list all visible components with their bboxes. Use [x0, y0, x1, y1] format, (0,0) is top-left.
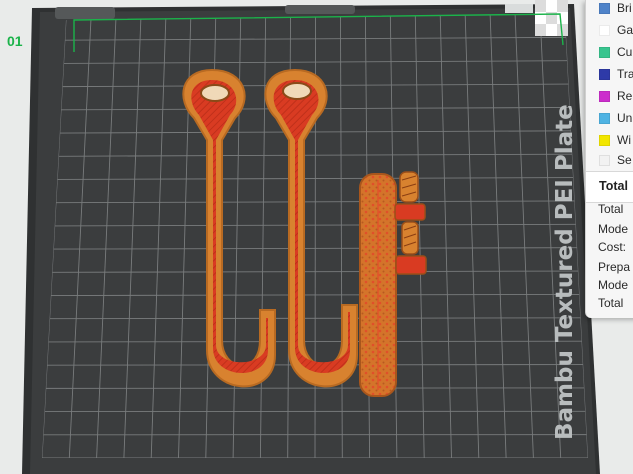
stat-row: Mode	[598, 278, 629, 292]
legend-label: Re	[617, 89, 633, 103]
legend-item: Ga	[586, 22, 633, 38]
legend-label: Tra	[617, 67, 633, 81]
legend-swatch	[599, 154, 610, 166]
legend-swatch	[599, 90, 610, 102]
legend-label: Un	[617, 111, 633, 125]
model-rod[interactable]	[359, 173, 397, 397]
plate-tab-mid	[285, 5, 355, 14]
legend-swatch	[599, 2, 610, 14]
plate-tab-right	[505, 4, 533, 13]
legend-label: Cu	[617, 45, 633, 59]
stat-row: Cost:	[598, 240, 627, 254]
legend-label: Se	[617, 153, 632, 167]
slice-info-panel: Bri Ga Cu Tra Re Un Wi Se Total Total Mode Cost: P…	[585, 0, 633, 318]
legend-item: Cu	[586, 44, 632, 60]
legend-swatch	[599, 24, 610, 36]
legend-swatch	[599, 46, 610, 58]
legend-label: Wi	[617, 133, 631, 147]
build-plate-scene[interactable]: 01 Bambu Textured PEI Plate	[0, 0, 633, 474]
3d-viewport[interactable]: 01 Bambu Textured PEI Plate	[0, 0, 633, 474]
stat-row: Prepa	[598, 260, 631, 274]
plate-corner-checker	[535, 0, 568, 36]
stat-row: Total	[598, 296, 624, 310]
stat-row: Mode	[598, 222, 629, 236]
legend-item: Wi	[586, 132, 631, 148]
stat-row: Total	[598, 202, 624, 216]
legend-swatch	[599, 112, 610, 124]
stats-header-label: Total	[599, 179, 628, 193]
legend-swatch	[599, 68, 610, 80]
legend-item: Se	[586, 152, 632, 168]
legend-item: Un	[586, 110, 632, 126]
plate-label: Bambu Textured PEI Plate	[552, 104, 578, 440]
legend-swatch	[599, 134, 610, 146]
legend-item: Re	[586, 88, 632, 104]
legend-label: Ga	[617, 23, 633, 37]
plate-tab-left	[55, 7, 115, 19]
legend-item: Tra	[586, 66, 633, 82]
legend-label: Bri	[617, 1, 632, 15]
legend-item: Bri	[586, 0, 632, 16]
stats-header: Total	[586, 171, 633, 203]
plate-number: 01	[7, 33, 23, 49]
